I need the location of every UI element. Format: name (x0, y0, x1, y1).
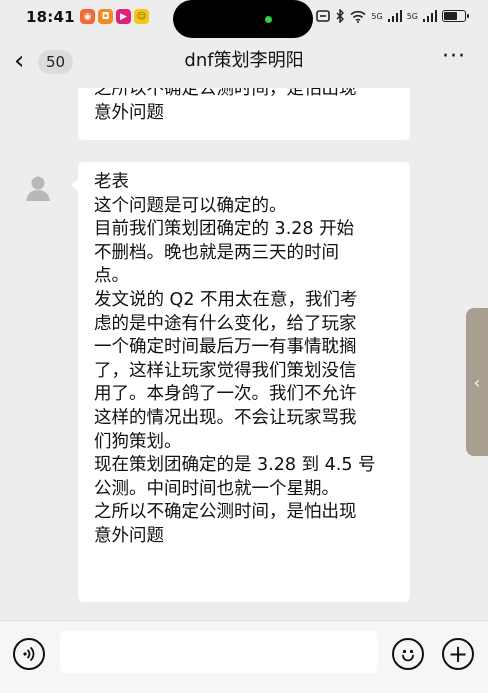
message-line: 老表 (94, 172, 129, 192)
message-line: 这样的情况出现。不会让玩家骂我 (94, 407, 357, 428)
message-line: 点。 (94, 266, 129, 287)
message-line: 这个问题是可以确定的。 (94, 195, 287, 216)
chat-screen: 18:41 ◉ ◘ ▶ ☺ 5G 5G ‹ 50 dnf策划李明阳 ··· 之所… (0, 0, 488, 693)
more-actions-button[interactable]: + (442, 638, 474, 670)
signal-2-label: 5G (406, 11, 418, 21)
floating-side-tab[interactable]: ‹ (466, 308, 488, 456)
app-store-icon: ◘ (98, 9, 113, 24)
signal-2-icon (423, 10, 437, 22)
message-line: 了，这样让玩家觉得我们策划没信 (94, 360, 357, 381)
battery-icon (442, 10, 469, 22)
message-line: 意外问题 (94, 525, 164, 546)
chat-title: dnf策划李明阳 (184, 50, 304, 71)
message-bubble[interactable]: 之所以不确定公测时间，是怕出现 意外问题 (78, 88, 410, 140)
voice-input-button[interactable] (13, 638, 45, 670)
signal-1-icon (387, 10, 402, 22)
message-line: 虑的是中途有什么变化，给了玩家 (94, 313, 357, 334)
signal-1-label: 5G (371, 11, 383, 21)
app-video-icon: ▶ (116, 9, 131, 24)
camera-indicator-icon (265, 16, 272, 23)
system-status-icons: 5G 5G (316, 9, 469, 23)
message-line: 之所以不确定公测时间，是怕出现 (94, 88, 357, 99)
message-line: 意外问题 (94, 102, 164, 123)
app-notification-icon: ◉ (80, 9, 95, 24)
battery-level (444, 12, 458, 20)
message-input[interactable] (60, 631, 378, 673)
chat-nav-bar: ‹ 50 dnf策划李明阳 ··· (0, 38, 488, 86)
camera-notch (173, 0, 313, 38)
message-line: 们狗策划。 (94, 431, 182, 452)
chat-input-bar: + (0, 620, 488, 693)
message-line: 目前我们策划团确定的 3.28 开始 (94, 219, 355, 240)
message-line: 发文说的 Q2 不用太在意，我们考 (94, 289, 358, 310)
plus-icon: + (447, 640, 469, 668)
more-options-icon[interactable]: ··· (442, 44, 466, 69)
emoji-icon (402, 649, 414, 662)
emoji-button[interactable] (392, 638, 424, 670)
mute-icon (316, 10, 331, 22)
bluetooth-icon (336, 9, 345, 23)
message-line: 公测。中间时间也就一个星期。 (94, 478, 339, 499)
app-game-icon: ☺ (134, 9, 149, 24)
message-line: 之所以不确定公测时间，是怕出现 (94, 502, 357, 523)
message-line: 一个确定时间最后万一有事情耽搁 (94, 337, 357, 358)
status-bar: 18:41 ◉ ◘ ▶ ☺ 5G 5G (0, 0, 488, 38)
status-app-icons: ◉ ◘ ▶ ☺ (80, 9, 149, 24)
message-line: 现在策划团确定的是 3.28 到 4.5 号 (94, 455, 376, 476)
contact-avatar[interactable] (22, 172, 54, 204)
message-line: 不删档。晚也就是两三天的时间 (94, 242, 339, 263)
wifi-icon (350, 10, 366, 23)
message-bubble[interactable]: 老表 这个问题是可以确定的。 目前我们策划团确定的 3.28 开始 不删档。晚也… (71, 162, 410, 602)
message-list[interactable]: 之所以不确定公测时间，是怕出现 意外问题 老表 这个问题是可以确定的。 目前我们… (0, 88, 488, 618)
chevron-left-icon: ‹ (473, 372, 481, 392)
message-line: 用了。本身鸽了一次。我们不允许 (94, 384, 357, 405)
status-time: 18:41 (26, 8, 75, 26)
voice-icon (23, 647, 35, 661)
